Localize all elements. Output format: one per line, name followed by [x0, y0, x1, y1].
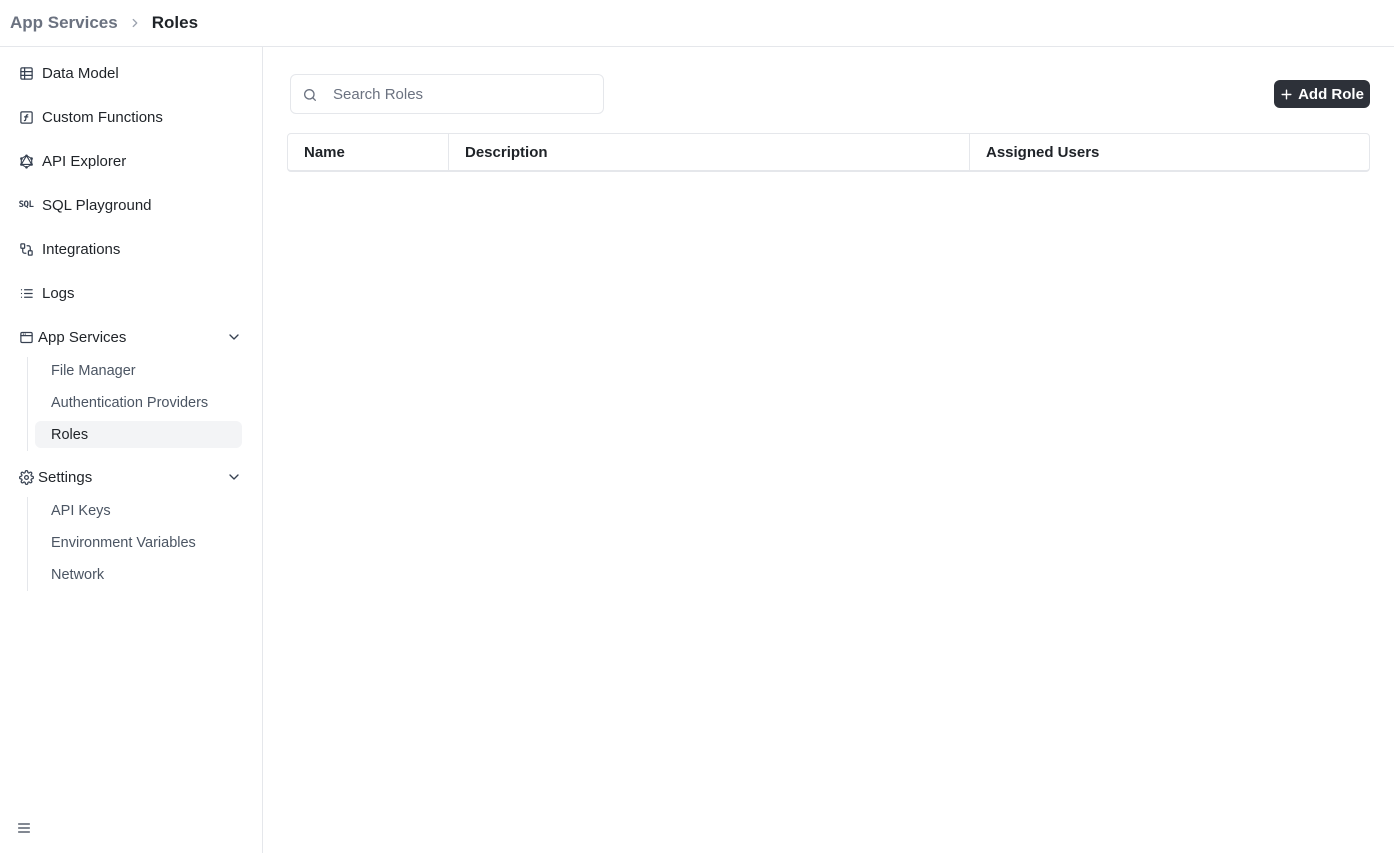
- window-icon: [18, 329, 34, 345]
- sidebar-item-sql-playground[interactable]: SQL SQL Playground: [10, 189, 242, 221]
- sidebar-group-app-services[interactable]: App Services: [10, 321, 242, 353]
- plus-icon: [1280, 88, 1293, 101]
- sidebar-subitem-environment-variables[interactable]: Environment Variables: [35, 529, 242, 556]
- search-box: [290, 74, 604, 114]
- chevron-down-icon[interactable]: [226, 469, 242, 485]
- roles-table: Name Description Assigned Users: [287, 133, 1370, 172]
- submenu-guide-line: [27, 497, 28, 591]
- chevron-down-icon[interactable]: [226, 329, 242, 345]
- integrations-icon: [18, 241, 34, 257]
- chevron-right-icon: [128, 16, 142, 30]
- sidebar-subitem-roles[interactable]: Roles: [35, 421, 242, 448]
- sidebar-item-label: Logs: [42, 284, 75, 302]
- function-icon: [18, 109, 34, 125]
- sidebar-subitem-api-keys[interactable]: API Keys: [35, 497, 242, 524]
- gear-icon: [18, 469, 34, 485]
- add-role-button[interactable]: Add Role: [1274, 80, 1370, 108]
- sidebar-item-label: Data Model: [42, 64, 119, 82]
- sidebar-group-label: App Services: [38, 328, 127, 346]
- graphql-icon: [18, 153, 34, 169]
- sidebar-group-label: Settings: [38, 468, 93, 486]
- table-icon: [18, 65, 34, 81]
- search-input[interactable]: [331, 84, 591, 104]
- menu-icon[interactable]: [16, 820, 32, 836]
- sql-icon: SQL: [18, 200, 34, 210]
- column-header-description: Description: [449, 134, 970, 170]
- sidebar-item-custom-functions[interactable]: Custom Functions: [10, 101, 242, 133]
- breadcrumb: App Services Roles: [0, 0, 1394, 47]
- column-header-name: Name: [288, 134, 449, 170]
- submenu-guide-line: [27, 357, 28, 451]
- list-icon: [18, 285, 34, 301]
- sidebar-item-logs[interactable]: Logs: [10, 277, 242, 309]
- search-icon: [302, 87, 318, 103]
- sidebar-subitem-authentication-providers[interactable]: Authentication Providers: [35, 389, 242, 416]
- sidebar-item-data-model[interactable]: Data Model: [10, 57, 242, 89]
- sidebar-item-label: API Explorer: [42, 152, 127, 170]
- sidebar-item-api-explorer[interactable]: API Explorer: [10, 145, 242, 177]
- sidebar-subitem-network[interactable]: Network: [35, 561, 242, 588]
- sidebar-item-label: SQL Playground: [42, 196, 152, 214]
- add-role-label: Add Role: [1298, 85, 1364, 103]
- sidebar-item-integrations[interactable]: Integrations: [10, 233, 242, 265]
- column-header-assigned-users: Assigned Users: [986, 143, 1100, 161]
- breadcrumb-current-roles: Roles: [151, 13, 199, 32]
- sidebar-item-label: Integrations: [42, 240, 121, 258]
- sidebar: Data Model Custom Functions API Explorer…: [0, 47, 263, 853]
- sidebar-item-label: Custom Functions: [42, 108, 163, 126]
- breadcrumb-parent-app-services[interactable]: App Services: [10, 13, 118, 33]
- sidebar-subitem-file-manager[interactable]: File Manager: [35, 357, 242, 384]
- sidebar-group-settings[interactable]: Settings: [10, 461, 242, 493]
- main-content: Add Role Name Description Assigned Users: [263, 47, 1394, 853]
